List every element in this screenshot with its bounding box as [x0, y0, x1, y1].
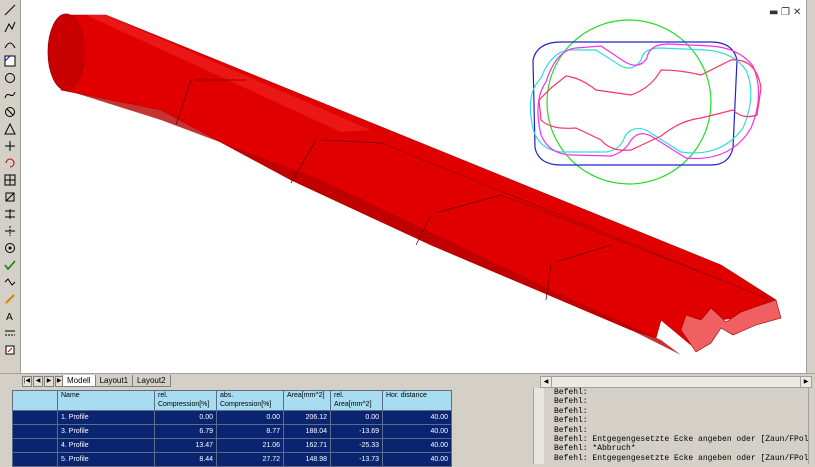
column-header-area[interactable]: Area[mm^2] — [283, 390, 331, 411]
grid-icon[interactable] — [2, 172, 18, 187]
row-selector[interactable] — [12, 438, 58, 453]
next-tab-icon[interactable]: ▶ — [44, 376, 54, 387]
cell-abs-compression: 0.00 — [216, 410, 284, 425]
profile-table: Name rel. Compression[%] abs. Compressio… — [12, 390, 452, 467]
layout-tabs: Modell Layout1 Layout2 — [62, 375, 171, 387]
restore-button[interactable]: ❐ — [781, 7, 790, 18]
column-header-abs-compression[interactable]: abs. Compression[%] — [216, 390, 284, 411]
cell-hor-distance: 40.00 — [382, 424, 452, 439]
first-tab-icon[interactable]: |◀ — [22, 376, 32, 387]
column-header-name[interactable]: Name — [57, 390, 155, 411]
layout-tab-bar: |◀ ◀ ▶ ▶| Modell Layout1 Layout2 ◀ ▶ — [0, 373, 815, 388]
cell-hor-distance: 40.00 — [382, 452, 452, 467]
command-line-entry: Befehl: — [554, 416, 588, 426]
cell-hor-distance: 40.00 — [382, 410, 452, 425]
cell-abs-compression: 8.77 — [216, 424, 284, 439]
cell-rel-area: -13.69 — [330, 424, 383, 439]
cell-name: 3. Profile — [57, 424, 155, 439]
tab-navigation: |◀ ◀ ▶ ▶| — [22, 376, 65, 387]
target-icon[interactable] — [2, 240, 18, 255]
column-header-rel-compression[interactable]: rel. Compression[%] — [154, 390, 217, 411]
pencil-icon[interactable] — [2, 291, 18, 306]
cell-rel-compression: 0.00 — [154, 410, 217, 425]
close-button[interactable]: ✕ — [793, 7, 801, 18]
cell-name: 4. Profile — [57, 438, 155, 453]
profile-blue — [532, 41, 738, 166]
command-line-history: Befehl: Befehl: Befehl: Befehl: Befehl: … — [544, 388, 808, 464]
profile-table-panel: Name rel. Compression[%] abs. Compressio… — [0, 388, 528, 467]
cell-name: 5. Profile — [57, 452, 155, 467]
column-header-hor-distance[interactable]: Hor. distance — [382, 390, 452, 411]
tab-layout1[interactable]: Layout1 — [94, 375, 134, 387]
command-line-entry: Befehl: Entgegengesetzte Ecke angeben od… — [554, 453, 808, 463]
command-line-entry: Befehl: *Abbruch* — [554, 444, 636, 454]
cell-rel-area: 0.00 — [330, 410, 383, 425]
extruded-profile-solid[interactable] — [47, 13, 782, 355]
cell-rel-area: -25.33 — [330, 438, 383, 453]
profile-cross-sections[interactable] — [529, 19, 762, 185]
pan-icon[interactable] — [2, 206, 18, 221]
viewport-vertical-scrollbar[interactable] — [806, 0, 815, 373]
table-header-row: Name rel. Compression[%] abs. Compressio… — [12, 390, 452, 411]
column-header-rel-area[interactable]: rel. Area[mm^2] — [330, 390, 383, 411]
arc-icon[interactable] — [2, 36, 18, 51]
svg-text:A: A — [6, 312, 13, 322]
scale-icon[interactable] — [2, 189, 18, 204]
trim-icon[interactable] — [2, 223, 18, 238]
tab-layout2[interactable]: Layout2 — [132, 375, 171, 387]
triangle-icon[interactable] — [2, 121, 18, 136]
profile-magenta — [537, 43, 760, 160]
viewport-horizontal-scrollbar[interactable]: ◀ ▶ — [540, 376, 812, 388]
table-row[interactable]: 3. Profile 6.79 8.77 188.04 -13.69 40.00 — [12, 424, 452, 439]
cell-abs-compression: 27.72 — [216, 452, 284, 467]
table-row[interactable]: 1. Profile 0.00 0.00 206.12 0.00 40.00 — [12, 410, 452, 425]
command-line-scrollbar[interactable] — [533, 388, 544, 464]
table-row[interactable]: 4. Profile 13.47 21.06 162.71 -25.33 40.… — [12, 438, 452, 453]
prev-tab-icon[interactable]: ◀ — [33, 376, 43, 387]
cell-area: 188.04 — [283, 424, 331, 439]
drawing-canvas[interactable] — [21, 0, 807, 373]
command-line-entry: Befehl: — [554, 425, 588, 435]
edit-icon[interactable] — [2, 342, 18, 357]
cell-rel-compression: 8.44 — [154, 452, 217, 467]
command-line-entry: Befehl: — [554, 397, 588, 407]
drawing-toolbar: A — [0, 0, 21, 380]
cell-rel-compression: 6.79 — [154, 424, 217, 439]
spline-icon[interactable] — [2, 87, 18, 102]
rotate-icon[interactable] — [2, 155, 18, 170]
scroll-right-icon[interactable]: ▶ — [800, 377, 811, 387]
cell-name: 1. Profile — [57, 410, 155, 425]
cell-rel-area: -13.73 — [330, 452, 383, 467]
hatch-icon[interactable] — [2, 53, 18, 68]
cell-abs-compression: 21.06 — [216, 438, 284, 453]
row-selector[interactable] — [12, 424, 58, 439]
command-line-entry: Befehl: Entgegengesetzte Ecke angeben od… — [554, 434, 808, 444]
tab-modell[interactable]: Modell — [62, 375, 96, 387]
cell-area: 148.98 — [283, 452, 331, 467]
table-row[interactable]: 5. Profile 8.44 27.72 148.98 -13.73 40.0… — [12, 452, 452, 467]
profile-red — [538, 59, 762, 151]
row-selector[interactable] — [12, 452, 58, 467]
cell-area: 206.12 — [283, 410, 331, 425]
no-icon[interactable] — [2, 104, 18, 119]
measure-icon[interactable] — [2, 274, 18, 289]
column-header-index — [12, 390, 58, 411]
row-selector[interactable] — [12, 410, 58, 425]
right-panel-scrollbar[interactable] — [808, 388, 815, 464]
model-viewport[interactable]: ▬ ❐ ✕ — [21, 0, 807, 373]
move-icon[interactable] — [2, 138, 18, 153]
cell-rel-compression: 13.47 — [154, 438, 217, 453]
scroll-left-icon[interactable]: ◀ — [541, 377, 552, 387]
circle-icon[interactable] — [2, 70, 18, 85]
minimize-button[interactable]: ▬ — [769, 7, 778, 18]
text-icon[interactable]: A — [2, 308, 18, 323]
check-icon[interactable] — [2, 257, 18, 272]
line-icon[interactable] — [2, 2, 18, 17]
linetype-icon[interactable] — [2, 325, 18, 340]
polyline-icon[interactable] — [2, 19, 18, 34]
cell-area: 162.71 — [283, 438, 331, 453]
command-line-entry: Befehl: — [554, 406, 588, 416]
cell-hor-distance: 40.00 — [382, 438, 452, 453]
command-line-entry: Befehl: — [554, 388, 588, 397]
